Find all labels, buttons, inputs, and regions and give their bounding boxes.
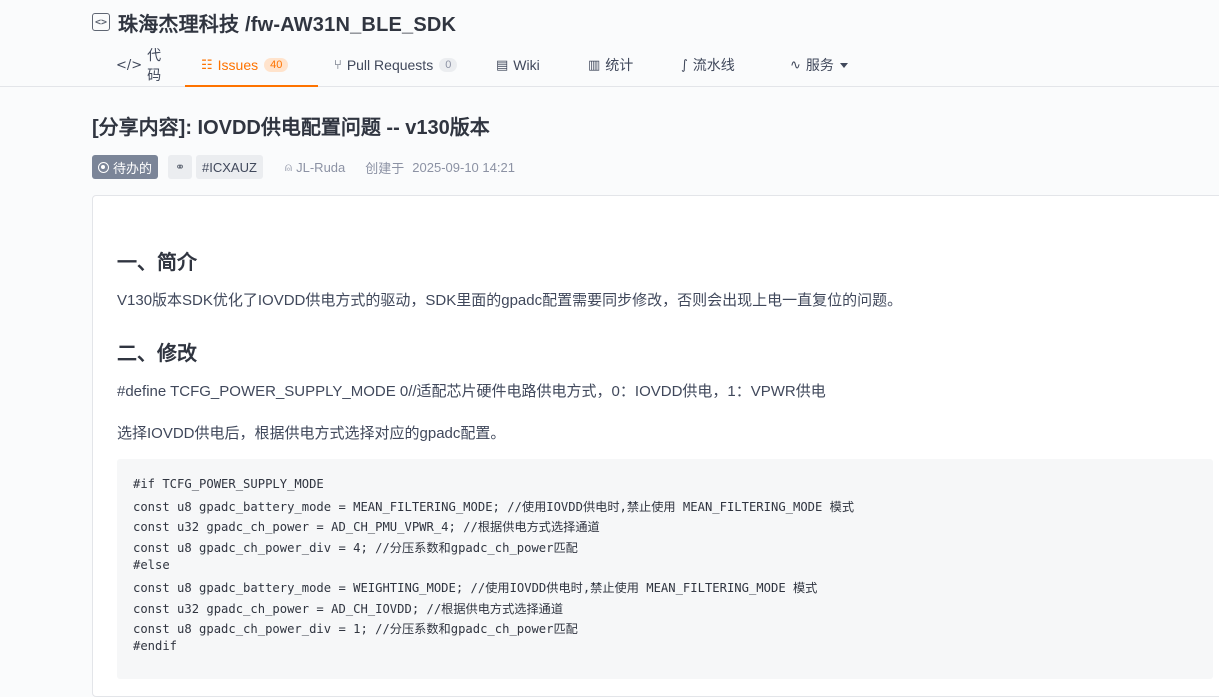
status-badge: 待办的 [92, 155, 159, 179]
code-repo-icon: <> [92, 13, 110, 31]
pr-count-badge: 0 [439, 58, 458, 72]
pipeline-icon: ∫ [681, 57, 688, 73]
section-heading-intro: 一、简介 [117, 252, 197, 274]
user-icon: ⍝ [284, 159, 293, 174]
intro-paragraph: V130版本SDK优化了IOVDD供电方式的驱动，SDK里面的gpadc配置需要… [117, 292, 903, 309]
instruction-paragraph: 选择IOVDD供电后，根据供电方式选择对应的gpadc配置。 [117, 425, 506, 442]
tab-code-label: 代码 [147, 47, 162, 83]
chevron-down-icon [839, 62, 848, 68]
repo-tabs: </> 代码 ☷ Issues 40 ⑂ Pull Requests 0 ▤ W… [100, 44, 864, 87]
tab-wiki[interactable]: ▤ Wiki [480, 44, 572, 86]
tab-services-label: 服务 [805, 57, 834, 73]
code-line: const u8 gpadc_battery_mode = MEAN_FILTE… [133, 500, 855, 514]
tab-stats-label: 统计 [605, 57, 634, 73]
code-line: #endif [133, 639, 178, 653]
tab-stats[interactable]: ▥ 统计 [572, 44, 665, 86]
tab-wiki-label: Wiki [513, 57, 540, 73]
repo-title: <> 珠海杰理科技 /fw-AW31N_BLE_SDK [92, 8, 456, 36]
section-heading-changes: 二、修改 [117, 343, 197, 365]
code-line: #else [133, 558, 170, 572]
tab-issues[interactable]: ☷ Issues 40 [185, 44, 318, 87]
issues-count-badge: 40 [264, 58, 289, 72]
tab-pull-requests-label: Pull Requests [346, 57, 434, 73]
wiki-book-icon: ▤ [496, 57, 509, 73]
code-line: const u8 gpadc_ch_power_div = 4; //分压系数和… [133, 541, 578, 555]
open-status-icon [98, 161, 109, 173]
tab-pipeline-label: 流水线 [692, 57, 735, 73]
code-line: #if TCFG_POWER_SUPPLY_MODE [133, 477, 324, 491]
tab-issues-label: Issues [217, 57, 259, 73]
define-paragraph: #define TCFG_POWER_SUPPLY_MODE 0//适配芯片硬件… [117, 383, 826, 400]
tab-pipeline[interactable]: ∫ 流水线 [665, 44, 774, 86]
status-label: 待办的 [113, 160, 153, 176]
code-line: const u8 gpadc_battery_mode = WEIGHTING_… [133, 581, 818, 595]
author-link[interactable]: JL-Ruda [296, 160, 345, 175]
repo-name-link[interactable]: 珠海杰理科技 /fw-AW31N_BLE_SDK [118, 8, 456, 37]
created-time: 2025-09-10 14:21 [412, 159, 515, 175]
issues-icon: ☷ [201, 57, 213, 73]
pull-request-icon: ⑂ [334, 57, 342, 73]
code-line: const u32 gpadc_ch_power = AD_CH_IOVDD; … [133, 602, 564, 616]
bar-chart-icon: ▥ [588, 57, 601, 73]
issue-meta: 待办的 ⚭ #ICXAUZ ⍝ JL-Ruda 创建于 2025-09-10 1… [92, 155, 515, 179]
code-line: const u8 gpadc_ch_power_div = 1; //分压系数和… [133, 622, 578, 636]
author: ⍝ JL-Ruda [285, 160, 345, 175]
code-block: #if TCFG_POWER_SUPPLY_MODE const u8 gpad… [117, 459, 1213, 679]
link-icon: ⚭ [174, 160, 186, 174]
code-line: const u32 gpadc_ch_power = AD_CH_PMU_VPW… [133, 520, 600, 534]
tab-services-dropdown[interactable]: ∿ 服务 [774, 44, 864, 86]
copy-link-button[interactable]: ⚭ [168, 155, 193, 179]
repo-header: <> 珠海杰理科技 /fw-AW31N_BLE_SDK </> 代码 ☷ Iss… [0, 0, 1219, 87]
issue-title: [分享内容]: IOVDD供电配置问题 -- v130版本 [92, 117, 490, 139]
pulse-icon: ∿ [790, 57, 801, 73]
code-icon: </> [116, 57, 143, 73]
tab-code[interactable]: </> 代码 [100, 44, 185, 86]
tab-pull-requests[interactable]: ⑂ Pull Requests 0 [318, 44, 480, 86]
issue-id-button[interactable]: #ICXAUZ [196, 155, 263, 179]
created-label: 创建于 [365, 160, 405, 176]
